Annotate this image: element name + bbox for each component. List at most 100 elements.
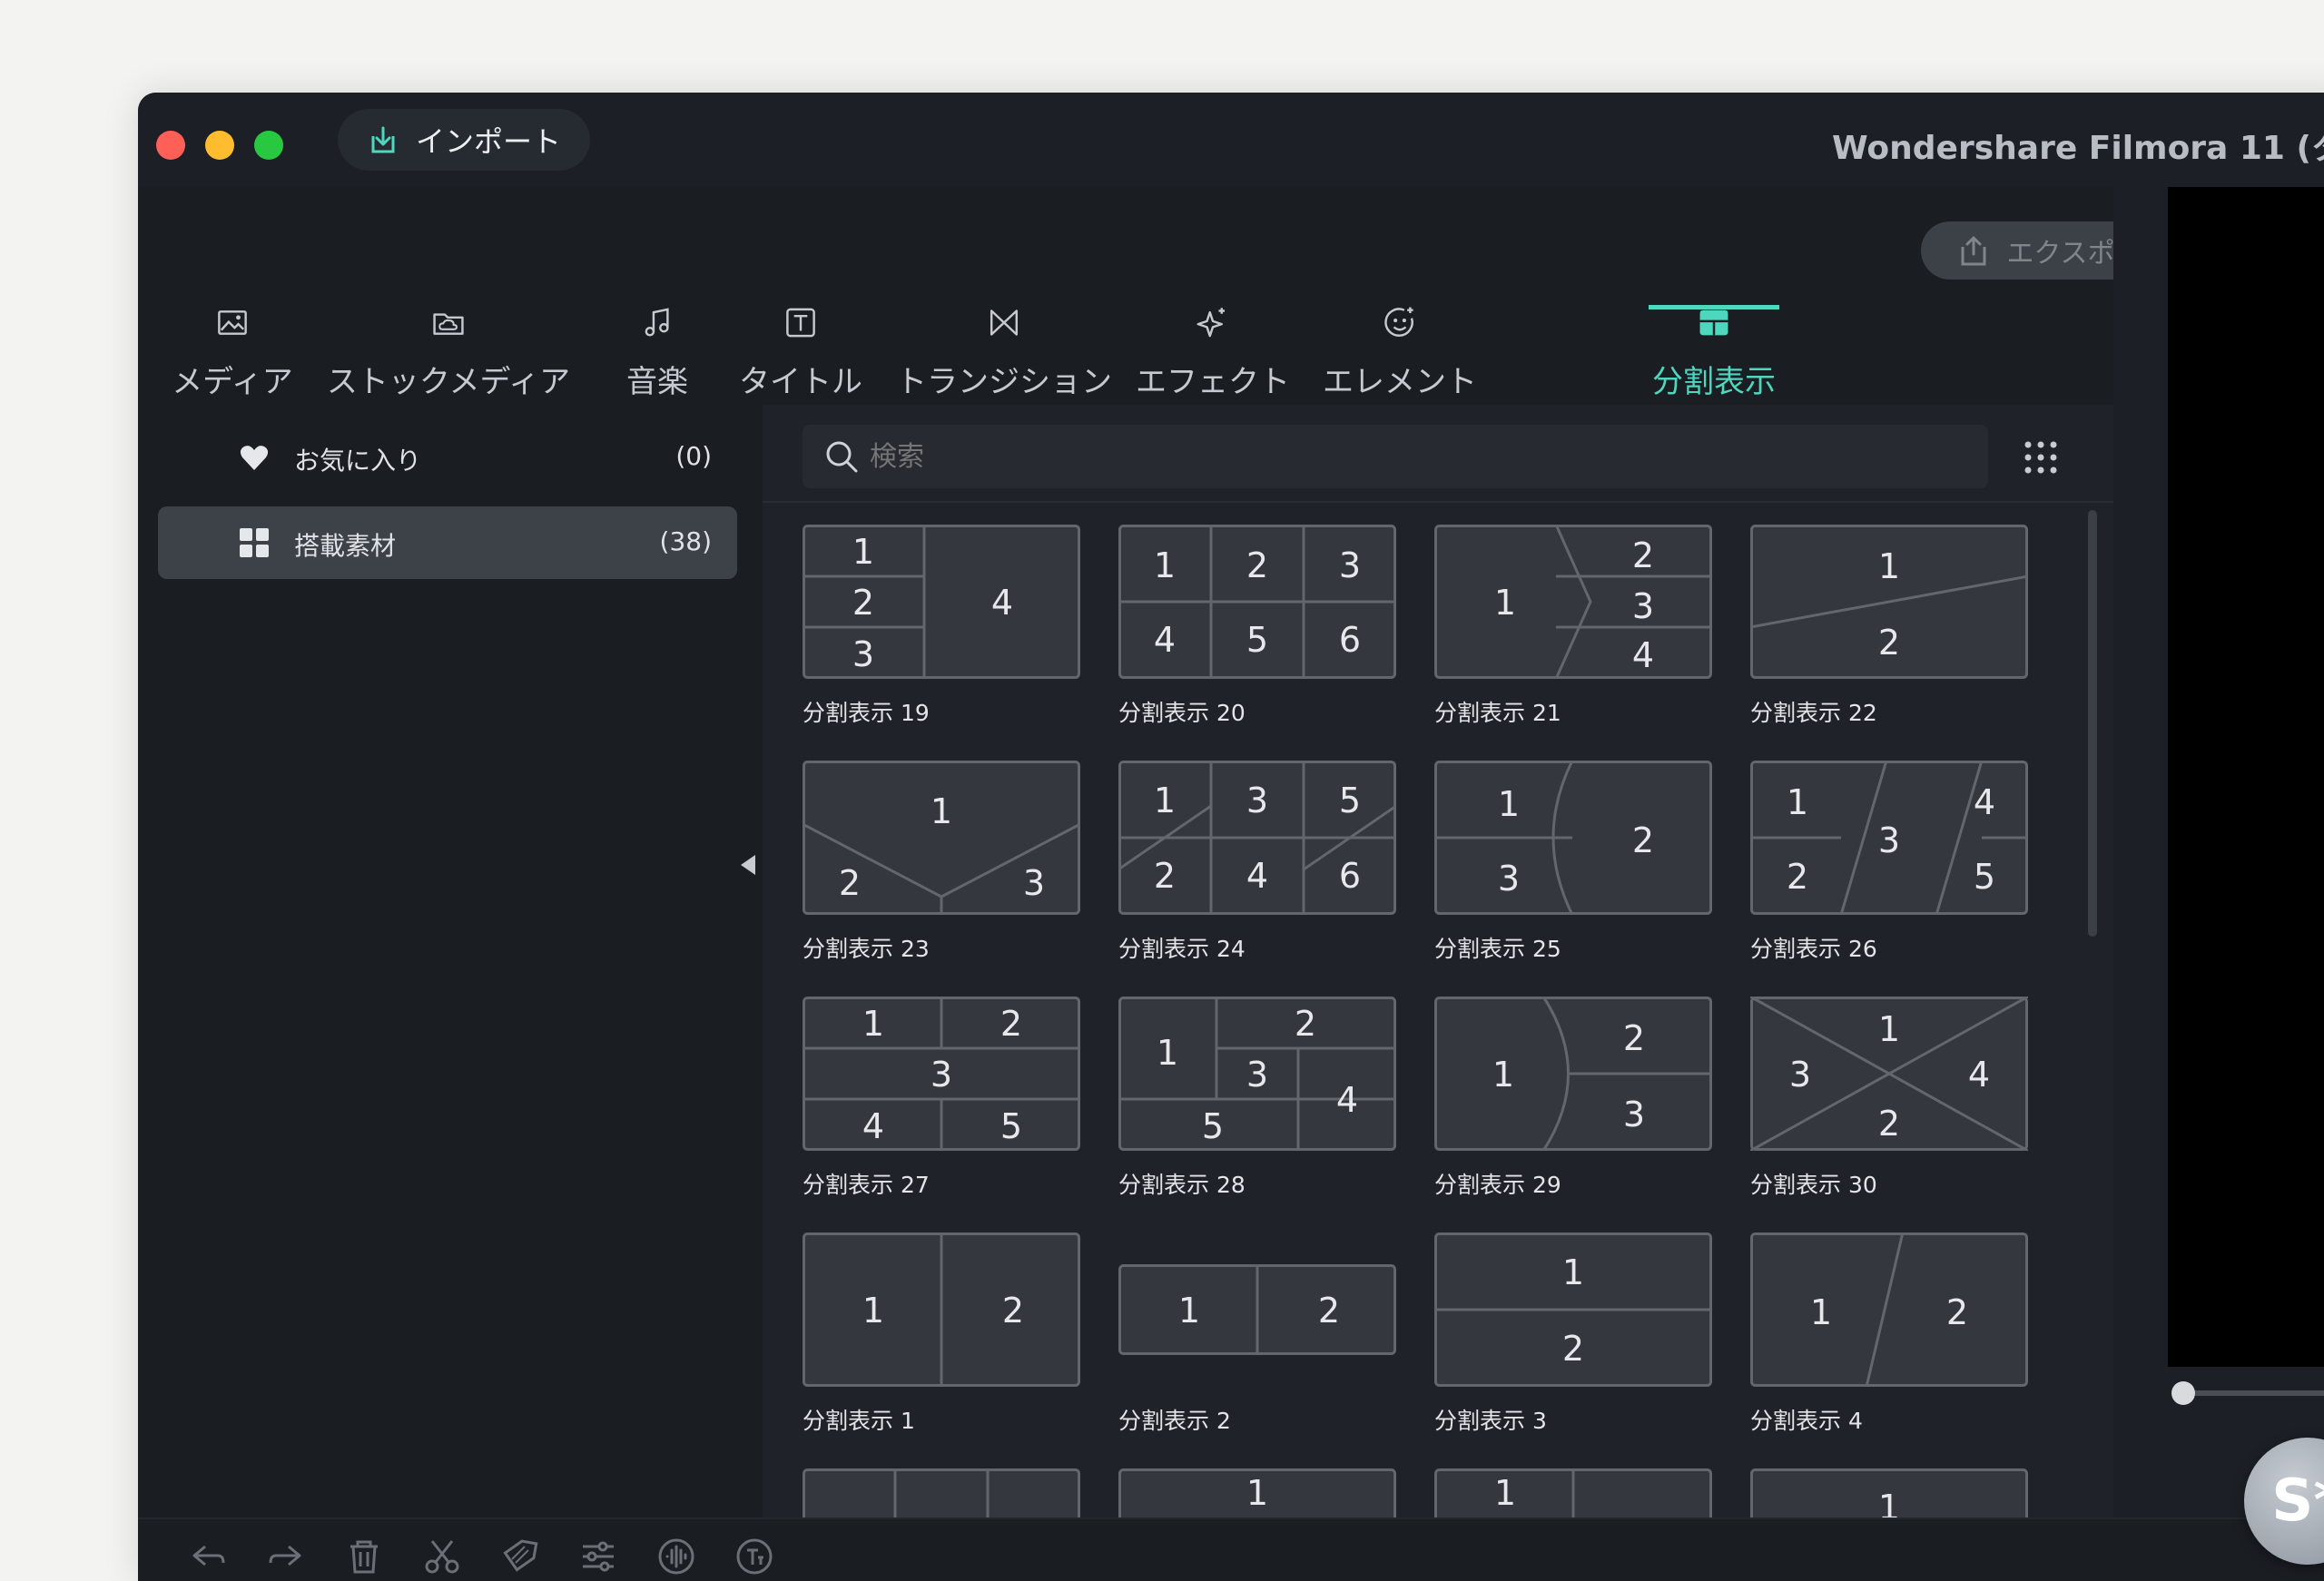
divider bbox=[763, 501, 2113, 503]
region-number: 1 bbox=[1154, 545, 1176, 585]
split-template-tile[interactable]: 12 bbox=[1750, 525, 2028, 679]
split-template-label: 分割表示 27 bbox=[803, 1172, 930, 1198]
delete-icon[interactable] bbox=[343, 1536, 385, 1577]
heart-icon bbox=[240, 446, 269, 470]
split-template-tile[interactable]: 1 3 4 2 bbox=[1750, 997, 2028, 1151]
region-number: 2 bbox=[839, 863, 861, 903]
split-template-tile[interactable]: 12 bbox=[1118, 1232, 1396, 1387]
region-number: 4 bbox=[1154, 620, 1176, 660]
sidebar-item-favorites[interactable]: お気に入り (0) bbox=[158, 421, 737, 494]
playback-slider-knob[interactable] bbox=[2171, 1381, 2195, 1405]
split-layout-preview: 1 2 3 4 bbox=[1434, 525, 1712, 679]
split-template-tile[interactable]: 12345 bbox=[1118, 997, 1396, 1151]
region-number: 3 bbox=[931, 1055, 952, 1095]
import-button[interactable]: インポート bbox=[338, 109, 590, 171]
tab-split-screen-label: 分割表示 bbox=[1652, 364, 1776, 400]
region-number: 5 bbox=[1974, 857, 1995, 897]
tab-media-label: メディア bbox=[172, 364, 293, 400]
tab-elements[interactable]: エレメント bbox=[1323, 296, 1477, 401]
tab-stock-media[interactable]: ストックメディア bbox=[327, 296, 570, 401]
split-layout-preview: 12 bbox=[1750, 525, 2028, 679]
tab-music[interactable]: 音楽 bbox=[614, 296, 701, 401]
search-bar[interactable] bbox=[803, 425, 1988, 488]
collapse-sidebar-button[interactable] bbox=[741, 855, 755, 875]
split-template-tile[interactable] bbox=[803, 1468, 1080, 1517]
active-tab-indicator bbox=[1649, 305, 1779, 309]
region-number: 4 bbox=[1336, 1080, 1358, 1120]
tab-transitions[interactable]: トランジション bbox=[896, 296, 1112, 401]
region-number: 1 bbox=[1810, 1292, 1832, 1332]
region-number: 3 bbox=[1339, 545, 1361, 585]
region-number: 3 bbox=[1498, 859, 1520, 899]
split-template-label: 分割表示 22 bbox=[1750, 700, 1877, 726]
split-template-tile[interactable]: 1 2 3 bbox=[803, 761, 1080, 915]
cut-icon[interactable] bbox=[421, 1536, 463, 1577]
sidebar-item-built-in[interactable]: 搭載素材 (38) bbox=[158, 506, 737, 579]
minimize-window-button[interactable] bbox=[205, 131, 234, 160]
sidebar-item-count: (38) bbox=[659, 526, 712, 556]
sparkle-icon bbox=[1196, 308, 1225, 338]
playback-slider-track[interactable] bbox=[2195, 1390, 2324, 1396]
split-screen-icon bbox=[1699, 309, 1728, 336]
tab-effects[interactable]: エフェクト bbox=[1136, 296, 1290, 401]
grid-icon bbox=[240, 528, 269, 557]
close-window-button[interactable] bbox=[156, 131, 185, 160]
split-layout-preview: 12 bbox=[803, 1232, 1080, 1387]
split-layout-preview: 12 bbox=[1434, 1232, 1712, 1387]
region-number: 1 bbox=[852, 532, 874, 572]
region-number: 1 bbox=[1154, 781, 1176, 820]
split-layout-preview: 12 bbox=[1750, 1232, 2028, 1387]
split-template-tile[interactable]: 1 bbox=[1118, 1468, 1396, 1517]
split-layout-preview: 1 2 3 bbox=[1434, 997, 1712, 1151]
region-number: 1 bbox=[1787, 782, 1808, 822]
redo-icon[interactable] bbox=[265, 1536, 307, 1577]
split-screen-library: 1234分割表示 19123456分割表示 201234分割表示 2112分割表… bbox=[763, 405, 2113, 1517]
tab-media[interactable]: メディア bbox=[171, 296, 294, 401]
split-template-tile[interactable]: 12 bbox=[1434, 1232, 1712, 1387]
region-number: 2 bbox=[1632, 820, 1654, 860]
scrollbar[interactable] bbox=[2088, 510, 2097, 937]
tab-titles[interactable]: タイトル bbox=[734, 296, 868, 401]
split-template-tile[interactable]: 12345 bbox=[1750, 761, 2028, 915]
region-number: 3 bbox=[1632, 586, 1654, 626]
split-template-tile[interactable]: 1 2 3 bbox=[1434, 997, 1712, 1151]
tab-split-screen[interactable]: 分割表示 bbox=[1649, 296, 1779, 401]
split-template-tile[interactable]: 1 bbox=[1434, 1468, 1712, 1517]
adjust-icon[interactable] bbox=[577, 1536, 619, 1577]
region-number: 4 bbox=[1246, 856, 1268, 896]
region-number: 1 bbox=[862, 1291, 884, 1331]
main-nav: メディア ストックメディア 音楽 タイトル トランジション エフェクト エレメン… bbox=[138, 187, 2113, 407]
region-number: 1 bbox=[1878, 546, 1900, 586]
sidebar-item-label: 搭載素材 bbox=[294, 531, 397, 561]
split-template-tile[interactable]: 1 2 3 4 bbox=[803, 525, 1080, 679]
region-number: 5 bbox=[1202, 1106, 1224, 1146]
split-layout-preview: 1 2 3 4 5 6 bbox=[1118, 525, 1396, 679]
undo-icon[interactable] bbox=[187, 1536, 229, 1577]
split-template-tile[interactable]: 12 bbox=[1750, 1232, 2028, 1387]
split-template-label: 分割表示 2 bbox=[1118, 1408, 1231, 1434]
region-number: 3 bbox=[1623, 1095, 1645, 1134]
split-template-tile[interactable]: 12 bbox=[803, 1232, 1080, 1387]
timeline-toolbar bbox=[138, 1517, 2324, 1581]
tag-icon[interactable] bbox=[499, 1536, 541, 1577]
split-template-tile[interactable]: 1 3 2 bbox=[1434, 761, 1712, 915]
region-number: 6 bbox=[1339, 856, 1361, 896]
audio-wave-icon[interactable] bbox=[655, 1536, 697, 1577]
text-to-speech-icon[interactable] bbox=[734, 1536, 775, 1577]
split-template-tile[interactable]: 1 bbox=[1750, 1468, 2028, 1517]
split-template-tile[interactable]: 1 2 3 4 bbox=[1434, 525, 1712, 679]
split-template-tile[interactable]: 1 3 5 2 4 6 bbox=[1118, 761, 1396, 915]
region-number: 2 bbox=[1154, 856, 1176, 896]
region-number: 6 bbox=[1339, 620, 1361, 660]
region-number: 1 bbox=[931, 791, 952, 831]
grid-view-icon[interactable] bbox=[2021, 437, 2061, 477]
split-template-label: 分割表示 28 bbox=[1118, 1172, 1246, 1198]
import-icon bbox=[371, 126, 395, 153]
split-template-tile[interactable]: 12345 bbox=[803, 997, 1080, 1151]
split-template-label: 分割表示 19 bbox=[803, 700, 930, 726]
zoom-window-button[interactable] bbox=[254, 131, 283, 160]
region-number: 4 bbox=[1974, 782, 1995, 822]
split-template-tile[interactable]: 1 2 3 4 5 6 bbox=[1118, 525, 1396, 679]
search-input[interactable] bbox=[868, 436, 1961, 477]
region-number: 2 bbox=[852, 583, 874, 623]
